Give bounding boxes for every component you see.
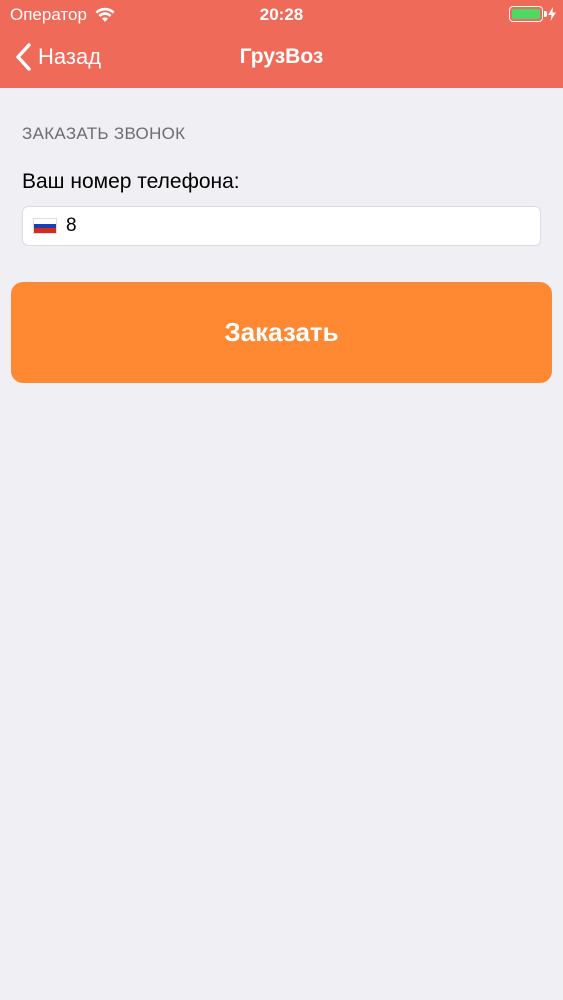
battery-fill xyxy=(512,9,540,19)
charging-bolt-icon xyxy=(548,7,556,21)
russia-flag-icon[interactable] xyxy=(33,218,57,234)
navigation-bar: Назад ГрузВоз xyxy=(0,30,563,88)
phone-field[interactable] xyxy=(22,206,541,246)
top-bar: Оператор 20:28 Назад ГрузВоз xyxy=(0,0,563,88)
battery-indicator xyxy=(509,6,557,22)
order-call-button[interactable]: Заказать xyxy=(11,282,552,383)
status-time: 20:28 xyxy=(259,5,304,24)
battery-icon xyxy=(509,6,547,22)
phone-label: Ваш номер телефона: xyxy=(22,170,240,193)
page-title: ГрузВоз xyxy=(239,45,324,68)
status-bar: Оператор 20:28 xyxy=(0,0,563,30)
section-header: ЗАКАЗАТЬ ЗВОНОК xyxy=(22,124,186,143)
phone-input[interactable] xyxy=(66,208,526,244)
